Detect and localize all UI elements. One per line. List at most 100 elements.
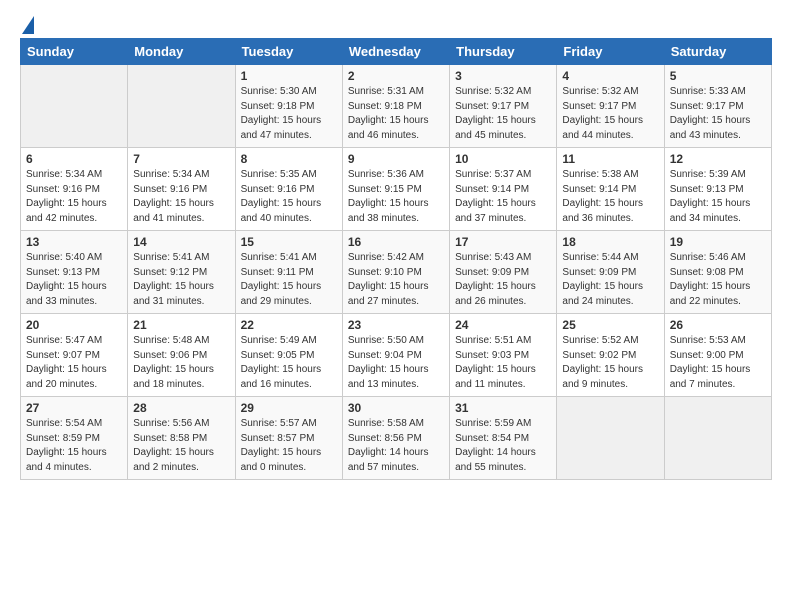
day-number: 5 [670, 69, 766, 83]
day-number: 25 [562, 318, 658, 332]
day-info: Sunrise: 5:35 AM Sunset: 9:16 PM Dayligh… [241, 168, 337, 226]
day-info: Sunrise: 5:34 AM Sunset: 9:16 PM Dayligh… [133, 168, 229, 226]
calendar-cell: 21Sunrise: 5:48 AM Sunset: 9:06 PM Dayli… [128, 314, 235, 397]
day-number: 17 [455, 235, 551, 249]
weekday-header-tuesday: Tuesday [235, 39, 342, 65]
calendar-cell: 22Sunrise: 5:49 AM Sunset: 9:05 PM Dayli… [235, 314, 342, 397]
day-info: Sunrise: 5:59 AM Sunset: 8:54 PM Dayligh… [455, 417, 551, 475]
calendar-cell: 30 Sunrise: 5:58 AM Sunset: 8:56 PM Dayli… [342, 397, 449, 480]
page-header [20, 10, 772, 34]
calendar-week-4: 20 Sunrise: 5:47 AM Sunset: 9:07 PM Dayli… [21, 314, 772, 397]
calendar-cell: 24Sunrise: 5:51 AM Sunset: 9:03 PM Dayli… [450, 314, 557, 397]
day-info: Sunrise: 5:40 AM Sunset: 9:13 PM Dayligh… [26, 251, 122, 309]
day-number: 19 [670, 235, 766, 249]
day-number: 7 [133, 152, 229, 166]
day-info: Sunrise: 5:44 AM Sunset: 9:09 PM Dayligh… [562, 251, 658, 309]
calendar-cell: 4 Sunrise: 5:32 AM Sunset: 9:17 PM Daylig… [557, 65, 664, 148]
day-number: 8 [241, 152, 337, 166]
day-number: 10 [455, 152, 551, 166]
day-info: Sunrise: 5:30 AM Sunset: 9:18 PM Dayligh… [241, 85, 337, 143]
day-info: Sunrise: 5:47 AM Sunset: 9:07 PM Dayligh… [26, 334, 122, 392]
calendar-cell: 5 Sunrise: 5:33 AM Sunset: 9:17 PM Daylig… [664, 65, 771, 148]
day-number: 30 [348, 401, 444, 415]
day-info: Sunrise: 5:36 AM Sunset: 9:15 PM Dayligh… [348, 168, 444, 226]
calendar-cell: 14Sunrise: 5:41 AM Sunset: 9:12 PM Dayli… [128, 231, 235, 314]
day-info: Sunrise: 5:51 AM Sunset: 9:03 PM Dayligh… [455, 334, 551, 392]
weekday-header-thursday: Thursday [450, 39, 557, 65]
day-info: Sunrise: 5:41 AM Sunset: 9:11 PM Dayligh… [241, 251, 337, 309]
calendar-cell: 28Sunrise: 5:56 AM Sunset: 8:58 PM Dayli… [128, 397, 235, 480]
logo-triangle-icon [22, 16, 34, 34]
day-number: 21 [133, 318, 229, 332]
weekday-header-sunday: Sunday [21, 39, 128, 65]
day-info: Sunrise: 5:54 AM Sunset: 8:59 PM Dayligh… [26, 417, 122, 475]
day-info: Sunrise: 5:50 AM Sunset: 9:04 PM Dayligh… [348, 334, 444, 392]
calendar-week-1: 1Sunrise: 5:30 AM Sunset: 9:18 PM Daylig… [21, 65, 772, 148]
day-info: Sunrise: 5:57 AM Sunset: 8:57 PM Dayligh… [241, 417, 337, 475]
day-number: 23 [348, 318, 444, 332]
day-number: 28 [133, 401, 229, 415]
calendar-cell: 8 Sunrise: 5:35 AM Sunset: 9:16 PM Daylig… [235, 148, 342, 231]
day-info: Sunrise: 5:37 AM Sunset: 9:14 PM Dayligh… [455, 168, 551, 226]
logo [20, 16, 34, 34]
day-info: Sunrise: 5:42 AM Sunset: 9:10 PM Dayligh… [348, 251, 444, 309]
calendar-cell [21, 65, 128, 148]
calendar-cell: 12 Sunrise: 5:39 AM Sunset: 9:13 PM Dayli… [664, 148, 771, 231]
day-info: Sunrise: 5:31 AM Sunset: 9:18 PM Dayligh… [348, 85, 444, 143]
day-number: 26 [670, 318, 766, 332]
calendar-table: SundayMondayTuesdayWednesdayThursdayFrid… [20, 38, 772, 480]
calendar-cell: 1Sunrise: 5:30 AM Sunset: 9:18 PM Daylig… [235, 65, 342, 148]
day-number: 14 [133, 235, 229, 249]
calendar-cell: 6 Sunrise: 5:34 AM Sunset: 9:16 PM Daylig… [21, 148, 128, 231]
day-number: 13 [26, 235, 122, 249]
calendar-cell: 2 Sunrise: 5:31 AM Sunset: 9:18 PM Daylig… [342, 65, 449, 148]
day-info: Sunrise: 5:58 AM Sunset: 8:56 PM Dayligh… [348, 417, 444, 475]
day-number: 2 [348, 69, 444, 83]
calendar-cell [664, 397, 771, 480]
calendar-cell: 11Sunrise: 5:38 AM Sunset: 9:14 PM Dayli… [557, 148, 664, 231]
calendar-cell: 9 Sunrise: 5:36 AM Sunset: 9:15 PM Daylig… [342, 148, 449, 231]
day-info: Sunrise: 5:32 AM Sunset: 9:17 PM Dayligh… [562, 85, 658, 143]
calendar-cell: 31 Sunrise: 5:59 AM Sunset: 8:54 PM Dayli… [450, 397, 557, 480]
calendar-cell: 26 Sunrise: 5:53 AM Sunset: 9:00 PM Dayli… [664, 314, 771, 397]
day-number: 29 [241, 401, 337, 415]
weekday-header-saturday: Saturday [664, 39, 771, 65]
calendar-week-3: 13 Sunrise: 5:40 AM Sunset: 9:13 PM Dayli… [21, 231, 772, 314]
calendar-cell: 10 Sunrise: 5:37 AM Sunset: 9:14 PM Dayli… [450, 148, 557, 231]
calendar-cell: 18 Sunrise: 5:44 AM Sunset: 9:09 PM Dayli… [557, 231, 664, 314]
day-number: 22 [241, 318, 337, 332]
calendar-cell: 19 Sunrise: 5:46 AM Sunset: 9:08 PM Dayli… [664, 231, 771, 314]
calendar-cell: 7 Sunrise: 5:34 AM Sunset: 9:16 PM Daylig… [128, 148, 235, 231]
calendar-cell [128, 65, 235, 148]
calendar-cell [557, 397, 664, 480]
day-number: 16 [348, 235, 444, 249]
day-number: 4 [562, 69, 658, 83]
day-info: Sunrise: 5:46 AM Sunset: 9:08 PM Dayligh… [670, 251, 766, 309]
calendar-cell: 3 Sunrise: 5:32 AM Sunset: 9:17 PM Daylig… [450, 65, 557, 148]
weekday-header-wednesday: Wednesday [342, 39, 449, 65]
calendar-cell: 23 Sunrise: 5:50 AM Sunset: 9:04 PM Dayli… [342, 314, 449, 397]
day-number: 3 [455, 69, 551, 83]
calendar-cell: 17 Sunrise: 5:43 AM Sunset: 9:09 PM Dayli… [450, 231, 557, 314]
day-number: 9 [348, 152, 444, 166]
calendar-cell: 20 Sunrise: 5:47 AM Sunset: 9:07 PM Dayli… [21, 314, 128, 397]
day-info: Sunrise: 5:34 AM Sunset: 9:16 PM Dayligh… [26, 168, 122, 226]
calendar-cell: 25 Sunrise: 5:52 AM Sunset: 9:02 PM Dayli… [557, 314, 664, 397]
calendar-cell: 15Sunrise: 5:41 AM Sunset: 9:11 PM Dayli… [235, 231, 342, 314]
day-number: 6 [26, 152, 122, 166]
day-number: 27 [26, 401, 122, 415]
day-number: 31 [455, 401, 551, 415]
day-info: Sunrise: 5:39 AM Sunset: 9:13 PM Dayligh… [670, 168, 766, 226]
calendar-cell: 27 Sunrise: 5:54 AM Sunset: 8:59 PM Dayli… [21, 397, 128, 480]
calendar-week-2: 6 Sunrise: 5:34 AM Sunset: 9:16 PM Daylig… [21, 148, 772, 231]
day-info: Sunrise: 5:38 AM Sunset: 9:14 PM Dayligh… [562, 168, 658, 226]
day-number: 12 [670, 152, 766, 166]
day-number: 20 [26, 318, 122, 332]
day-info: Sunrise: 5:43 AM Sunset: 9:09 PM Dayligh… [455, 251, 551, 309]
day-info: Sunrise: 5:33 AM Sunset: 9:17 PM Dayligh… [670, 85, 766, 143]
weekday-header-friday: Friday [557, 39, 664, 65]
day-info: Sunrise: 5:52 AM Sunset: 9:02 PM Dayligh… [562, 334, 658, 392]
day-info: Sunrise: 5:53 AM Sunset: 9:00 PM Dayligh… [670, 334, 766, 392]
day-number: 18 [562, 235, 658, 249]
day-info: Sunrise: 5:32 AM Sunset: 9:17 PM Dayligh… [455, 85, 551, 143]
